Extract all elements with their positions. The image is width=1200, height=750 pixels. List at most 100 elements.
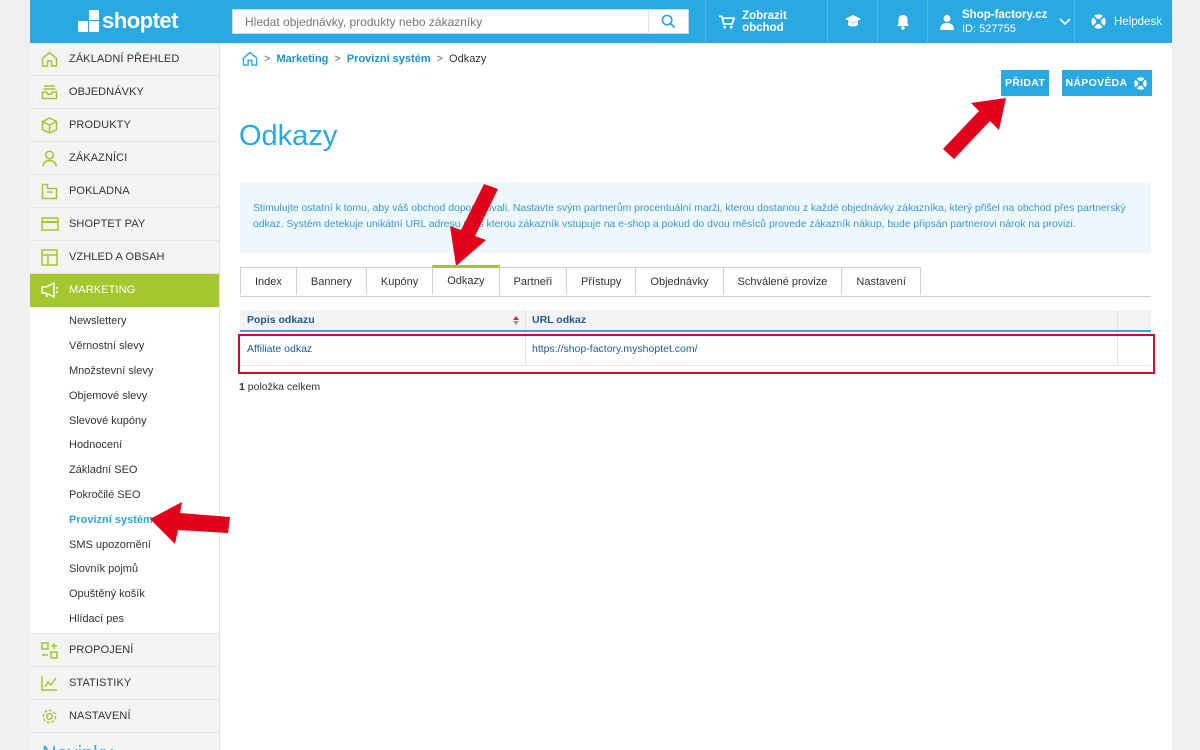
breadcrumb: > Marketing > Provizní systém > Odkazy [242, 51, 486, 66]
sidebar-item-label: POKLADNA [69, 185, 130, 197]
lifebuoy-icon [1091, 14, 1106, 29]
tab-partners[interactable]: Partneři [498, 267, 568, 295]
layout-icon [40, 248, 59, 267]
submenu-item-newsletters[interactable]: Newslettery [30, 309, 219, 334]
total-count-label: položka celkem [244, 381, 321, 393]
submenu-item-loyalty-discounts[interactable]: Věrnostní slevy [30, 334, 219, 359]
sidebar-item-dashboard[interactable]: ZÁKLADNÍ PŘEHLED [30, 43, 219, 76]
sidebar-item-label: ZÁKLADNÍ PŘEHLED [69, 53, 180, 65]
search-input[interactable] [233, 10, 648, 33]
academy-button[interactable] [827, 0, 877, 43]
table-row[interactable]: Affiliate odkaz https://shop-factory.mys… [240, 332, 1151, 366]
bell-icon [896, 14, 909, 30]
helpdesk-button[interactable]: Helpdesk [1074, 0, 1172, 43]
submenu-item-reviews[interactable]: Hodnocení [30, 433, 219, 458]
chart-icon [40, 674, 59, 693]
cart-icon [718, 14, 736, 29]
sidebar-item-settings[interactable]: NASTAVENÍ [30, 700, 219, 734]
breadcrumb-link-marketing[interactable]: Marketing [276, 53, 328, 65]
cell-link-url[interactable]: https://shop-factory.myshoptet.com/ [526, 332, 1118, 365]
search-box [232, 9, 689, 34]
sidebar-item-pos[interactable]: POKLADNA [30, 175, 219, 208]
help-button[interactable]: NÁPOVĚDA [1062, 70, 1152, 96]
breadcrumb-current: Odkazy [449, 52, 487, 65]
table-header: Popis odkazu URL odkaz [240, 310, 1151, 332]
submenu-item-advanced-seo[interactable]: Pokročilé SEO [30, 483, 219, 508]
sidebar-item-label: NASTAVENÍ [69, 710, 131, 723]
sidebar-item-label: PROPOJENÍ [69, 644, 134, 657]
tab-bar: Index Bannery Kupóny Odkazy Partneři Pří… [240, 265, 1151, 297]
user-icon [40, 149, 59, 168]
megaphone-icon [40, 281, 59, 300]
user-icon [940, 14, 954, 30]
marketing-submenu: Newslettery Věrnostní slevy Množstevní s… [30, 307, 219, 635]
sidebar-item-products[interactable]: PRODUKTY [30, 109, 219, 142]
sidebar-item-connections[interactable]: PROPOJENÍ [30, 634, 219, 668]
submenu-item-abandoned-cart[interactable]: Opuštěný košík [30, 582, 219, 607]
info-box: Stimulujte ostatní k tomu, aby váš obcho… [240, 182, 1151, 253]
search-button[interactable] [648, 10, 688, 33]
box-icon [40, 116, 59, 135]
sidebar-item-appearance[interactable]: VZHLED A OBSAH [30, 241, 219, 274]
account-menu[interactable]: Shop-factory.cz ID: 527755 [927, 0, 1074, 43]
tab-approved-commissions[interactable]: Schválené provize [722, 267, 843, 295]
page-margin [1172, 0, 1200, 750]
sidebar-item-label: SHOPTET PAY [69, 218, 146, 230]
submenu-item-glossary[interactable]: Slovník pojmů [30, 557, 219, 582]
column-header-label: Popis odkazu [247, 314, 315, 326]
helpdesk-label: Helpdesk [1114, 15, 1162, 28]
tab-settings[interactable]: Nastavení [841, 267, 921, 295]
submenu-item-sms-notifications[interactable]: SMS upozornění [30, 532, 219, 557]
submenu-item-quantity-discounts[interactable]: Množstevní slevy [30, 359, 219, 384]
breadcrumb-link-affiliate-system[interactable]: Provizní systém [347, 53, 431, 65]
add-button[interactable]: PŘIDAT [1001, 70, 1049, 96]
sidebar-item-label: PRODUKTY [69, 119, 131, 131]
chevron-down-icon [1059, 17, 1071, 25]
sidebar-item-marketing[interactable]: MARKETING [30, 274, 219, 307]
account-info: Shop-factory.cz ID: 527755 [962, 8, 1047, 36]
account-name: Shop-factory.cz [962, 8, 1048, 21]
page-title: Odkazy [239, 120, 338, 152]
account-id: ID: 527755 [962, 22, 1016, 35]
sidebar-item-orders[interactable]: OBJEDNÁVKY [30, 76, 219, 109]
sidebar-item-label: OBJEDNÁVKY [69, 86, 144, 98]
column-header-description[interactable]: Popis odkazu [240, 310, 526, 330]
sort-icon[interactable] [513, 315, 519, 325]
sidebar-item-shoptet-pay[interactable]: SHOPTET PAY [30, 208, 219, 241]
column-header-url: URL odkaz [526, 310, 1118, 330]
tab-banners[interactable]: Bannery [295, 267, 367, 295]
notifications-button[interactable] [877, 0, 927, 43]
sidebar-item-customers[interactable]: ZÁKAZNÍCI [30, 142, 219, 175]
submenu-item-volume-discounts[interactable]: Objemové slevy [30, 383, 219, 408]
breadcrumb-separator: > [334, 52, 341, 65]
column-header-label: URL odkaz [532, 314, 587, 326]
view-shop-label: Zobrazit obchod [742, 9, 787, 34]
submenu-item-basic-seo[interactable]: Základní SEO [30, 458, 219, 483]
view-shop-button[interactable]: Zobrazit obchod [705, 0, 827, 43]
gear-icon [40, 707, 59, 726]
tab-links[interactable]: Odkazy [432, 265, 500, 295]
submenu-item-affiliate-system[interactable]: Provizní systém [30, 507, 219, 532]
news-heading: Novinky [30, 733, 219, 750]
sidebar-item-label: ZÁKAZNÍCI [69, 152, 128, 164]
inbox-icon [40, 83, 59, 102]
shoptet-logo[interactable]: shoptet [78, 8, 178, 34]
home-icon [40, 50, 59, 69]
register-icon [40, 182, 59, 201]
tab-orders[interactable]: Objednávky [635, 267, 724, 295]
cell-link-description[interactable]: Affiliate odkaz [240, 332, 526, 365]
logo-mark-icon [78, 10, 99, 32]
lifebuoy-icon [1134, 76, 1148, 90]
total-count: 1 položka celkem [239, 381, 320, 393]
top-bar: shoptet Zobrazit obchod Shop-factory.cz … [30, 0, 1172, 43]
help-button-label: NÁPOVĚDA [1065, 77, 1128, 89]
submenu-item-watchdog[interactable]: Hlídací pes [30, 607, 219, 632]
main-content: > Marketing > Provizní systém > Odkazy P… [220, 43, 1172, 750]
home-icon[interactable] [242, 51, 258, 66]
tab-index[interactable]: Index [240, 267, 297, 295]
sidebar-item-statistics[interactable]: STATISTIKY [30, 667, 219, 701]
tab-accesses[interactable]: Přístupy [566, 267, 637, 295]
submenu-item-coupons[interactable]: Slevové kupóny [30, 408, 219, 433]
tab-coupons[interactable]: Kupóny [365, 267, 434, 295]
connections-icon [40, 641, 59, 660]
